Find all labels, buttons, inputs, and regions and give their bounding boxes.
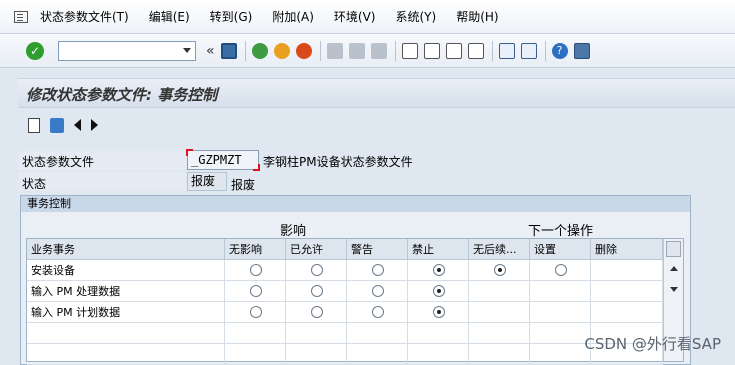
column-header[interactable]: 无影响 (225, 239, 286, 260)
influence-header: 影响 (280, 224, 307, 239)
find-icon[interactable] (348, 42, 365, 59)
previous-icon[interactable] (74, 119, 81, 131)
menu-icon[interactable] (14, 10, 28, 23)
screen-title: 修改状态参数文件: 事务控制 (26, 86, 218, 104)
table-cell (469, 281, 530, 302)
save-icon[interactable] (220, 42, 237, 59)
row-label-cell: 输入 PM 计划数据 (27, 302, 225, 323)
column-header[interactable]: 已允许 (286, 239, 347, 260)
profile-description: 李钢柱PM设备状态参数文件 (263, 155, 413, 169)
radio-button[interactable] (432, 264, 445, 276)
print-icon[interactable] (326, 42, 343, 59)
status-description: 报废 (231, 178, 256, 192)
radio-button[interactable] (310, 285, 323, 297)
radio-button[interactable] (310, 264, 323, 276)
menubar: 状态参数文件(T) 编辑(E) 转到(G) 附加(A) 环境(V) 系统(Y) … (0, 0, 735, 34)
row-label-cell (27, 323, 225, 344)
screen-title-bar: 修改状态参数文件: 事务控制 (18, 78, 735, 108)
table-cell (347, 323, 408, 344)
watermark: CSDN @外行看SAP (584, 335, 721, 353)
radio-button[interactable] (310, 306, 323, 318)
next-icon[interactable] (91, 119, 98, 131)
radio-button[interactable] (554, 264, 567, 276)
column-header[interactable]: 禁止 (408, 239, 469, 260)
column-header[interactable]: 业务事务 (27, 239, 225, 260)
row-label-cell: 安装设备 (27, 260, 225, 281)
row-label-cell: 输入 PM 处理数据 (27, 281, 225, 302)
status-label: 状态 (22, 177, 47, 191)
trash-icon[interactable] (50, 117, 64, 133)
group-title: 事务控制 (21, 196, 690, 212)
new-document-icon[interactable] (28, 117, 40, 133)
menu-edit[interactable]: 编辑(E) (149, 8, 190, 25)
standard-toolbar: ✓ « ? (0, 34, 735, 68)
toolbar-separator (491, 40, 493, 61)
find-next-icon[interactable] (370, 42, 387, 59)
column-header[interactable]: 设置 (530, 239, 591, 260)
application-toolbar (18, 110, 735, 140)
radio-button[interactable] (371, 285, 384, 297)
layout-icon[interactable] (573, 42, 590, 59)
column-header[interactable]: 无后续... (469, 239, 530, 260)
table-cell (530, 323, 591, 344)
radio-button[interactable] (249, 285, 262, 297)
chevron-down-icon[interactable] (183, 47, 191, 53)
table-cell (530, 281, 591, 302)
radio-button[interactable] (493, 264, 506, 276)
scroll-up-icon[interactable] (670, 266, 678, 271)
prev-page-icon[interactable] (423, 42, 440, 59)
shortcut-icon[interactable] (520, 42, 537, 59)
radio-button[interactable] (371, 264, 384, 276)
last-page-icon[interactable] (467, 42, 484, 59)
cancel-icon[interactable] (295, 42, 312, 59)
toolbar-separator (394, 40, 396, 61)
table-cell (469, 302, 530, 323)
table-cell (225, 323, 286, 344)
status-field[interactable]: 报废 (187, 172, 227, 191)
radio-button[interactable] (249, 306, 262, 318)
radio-button[interactable] (371, 306, 384, 318)
radio-button[interactable] (432, 306, 445, 318)
table-cell (591, 260, 663, 281)
next-operation-header: 下一个操作 (528, 224, 594, 239)
collapse-icon[interactable]: « (206, 43, 215, 59)
enter-icon[interactable]: ✓ (26, 41, 44, 60)
menu-help[interactable]: 帮助(H) (456, 8, 498, 25)
table-cell (530, 302, 591, 323)
help-icon[interactable]: ? (551, 42, 568, 59)
scroll-down-icon[interactable] (670, 287, 678, 292)
toolbar-separator (544, 40, 546, 61)
table-cell (591, 302, 663, 323)
table-cell (286, 323, 347, 344)
column-header[interactable]: 警告 (347, 239, 408, 260)
menu-environment[interactable]: 环境(V) (334, 8, 376, 25)
scroll-thumb[interactable] (666, 241, 681, 257)
exit-icon[interactable] (273, 42, 290, 59)
table-cell (591, 281, 663, 302)
menu-status-profile[interactable]: 状态参数文件(T) (40, 8, 129, 25)
back-icon[interactable] (251, 42, 268, 59)
column-header[interactable]: 删除 (591, 239, 663, 260)
radio-button[interactable] (432, 285, 445, 297)
new-session-icon[interactable] (498, 42, 515, 59)
menu-extras[interactable]: 附加(A) (272, 8, 314, 25)
toolbar-separator (319, 40, 321, 61)
next-page-icon[interactable] (445, 42, 462, 59)
menu-system[interactable]: 系统(Y) (395, 8, 436, 25)
toolbar-separator (244, 40, 246, 61)
status-profile-field[interactable]: _GZPMZT (186, 149, 260, 171)
radio-button[interactable] (249, 264, 262, 276)
command-field[interactable] (58, 40, 196, 61)
menu-goto[interactable]: 转到(G) (210, 8, 253, 25)
table-cell (408, 323, 469, 344)
table-cell (469, 323, 530, 344)
first-page-icon[interactable] (401, 42, 418, 59)
profile-label: 状态参数文件 (22, 155, 95, 169)
